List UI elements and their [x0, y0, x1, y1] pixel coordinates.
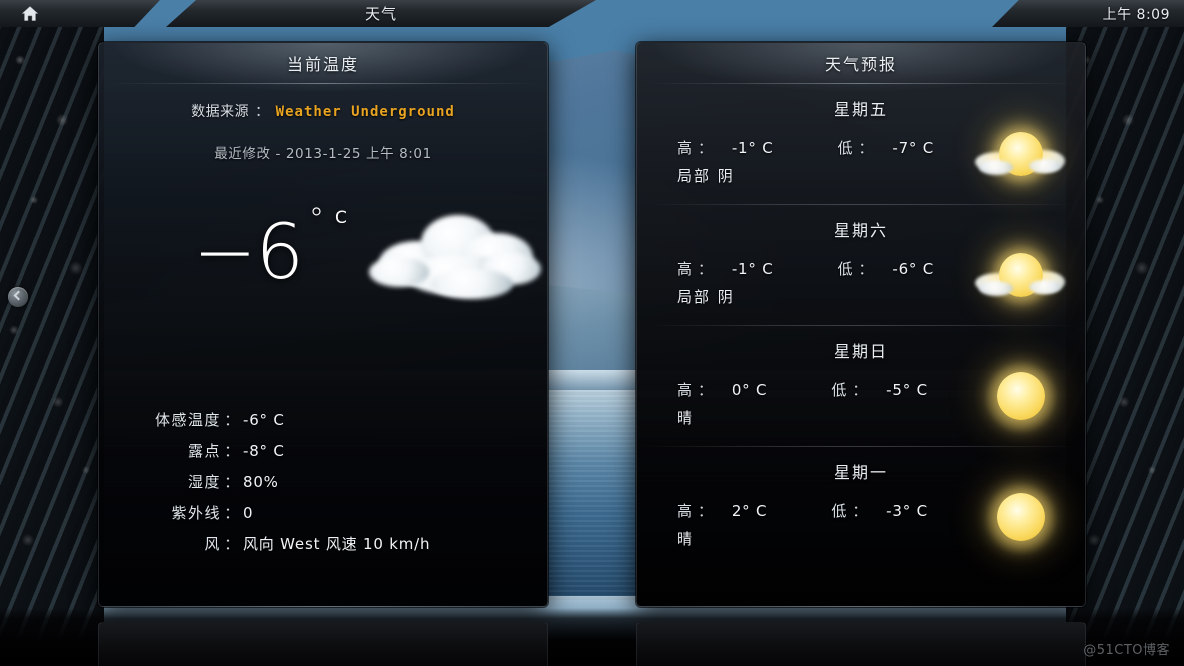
- detail-colon: ：: [224, 473, 240, 491]
- last-updated-label: 最近修改 - 2013-1-25 上午 8:01: [214, 146, 432, 162]
- forecast-row[interactable]: 星期一 高 ： 2° C 低 ： -3° C 晴: [637, 447, 1085, 567]
- forecast-low-value: -3° C: [886, 502, 928, 520]
- sun-behind-cloud-icon: [975, 243, 1065, 313]
- data-source-row: 数据来源 ： Weather Underground: [99, 101, 547, 121]
- detail-label: 体感温度: [154, 411, 221, 429]
- forecast-panel-title: 天气预报: [824, 55, 897, 74]
- bottom-dock-bar: [0, 608, 1184, 666]
- watermark-label: @51CTO博客: [1083, 643, 1170, 658]
- detail-label: 风: [204, 535, 221, 553]
- data-source-value[interactable]: Weather Underground: [276, 104, 455, 120]
- sun-icon: [975, 483, 1061, 555]
- detail-label: 露点: [187, 442, 221, 460]
- detail-colon: ：: [224, 535, 240, 553]
- current-panel-divider: [111, 83, 535, 84]
- forecast-day-label: 星期日: [833, 342, 888, 361]
- forecast-low-label: 低: [831, 381, 849, 399]
- detail-row: 体感温度 ： -6° C: [99, 409, 547, 430]
- forecast-row[interactable]: 星期日 高 ： 0° C 低 ： -5° C 晴: [637, 326, 1085, 446]
- forecast-high-colon: ：: [698, 381, 714, 399]
- detail-colon: ：: [224, 504, 240, 522]
- top-status-bar: 天气 上午 8:09: [0, 0, 1184, 27]
- sun-icon: [975, 362, 1061, 434]
- forecast-high-label: 高: [677, 139, 695, 157]
- detail-row: 露点 ： -8° C: [99, 440, 547, 461]
- current-panel-title: 当前温度: [286, 55, 359, 74]
- detail-row: 紫外线 ： 0: [99, 502, 547, 523]
- forecast-high-colon: ：: [698, 502, 714, 520]
- app-title-label: 天气: [364, 5, 397, 23]
- forecast-high-label: 高: [677, 502, 695, 520]
- forecast-low-label: 低: [831, 502, 849, 520]
- weather-app-screen: 天气 上午 8:09 当前温度 数据来源 ： Weather Undergrou…: [0, 0, 1184, 666]
- detail-value: 0: [243, 504, 254, 522]
- detail-row: 湿度 ： 80%: [99, 471, 547, 492]
- degree-symbol: °: [309, 202, 325, 237]
- detail-value: 风向 West 风速 10 km/h: [243, 535, 431, 553]
- clock-label: 上午 8:09: [1102, 6, 1170, 23]
- sun-behind-cloud-icon: [975, 122, 1065, 192]
- detail-label: 湿度: [187, 473, 221, 491]
- data-source-label: 数据来源: [191, 104, 250, 120]
- forecast-row[interactable]: 星期六 高 ： -1° C 低 ： -6° C 局部 阴: [637, 205, 1085, 325]
- forecast-low-value: -6° C: [892, 260, 935, 278]
- forecast-row[interactable]: 星期五 高 ： -1° C 低 ： -7° C 局部 阴: [637, 84, 1085, 204]
- forecast-low-colon: ：: [852, 381, 869, 399]
- forecast-low-colon: ：: [858, 139, 875, 157]
- forecast-low-value: -7° C: [892, 139, 935, 157]
- forecast-high-colon: ：: [698, 139, 714, 157]
- detail-value: -6° C: [243, 411, 285, 429]
- current-conditions-hero: −6 ° C: [99, 192, 547, 312]
- wallpaper-trees-left: [0, 0, 104, 666]
- detail-row: 风 ： 风向 West 风速 10 km/h: [99, 533, 547, 554]
- forecast-low-label: 低: [837, 260, 855, 278]
- dock-tile-right[interactable]: [636, 622, 1086, 666]
- forecast-high-colon: ：: [698, 260, 714, 278]
- detail-value: -8° C: [243, 442, 285, 460]
- forecast-day-label: 星期一: [833, 463, 888, 482]
- forecast-low-value: -5° C: [886, 381, 928, 399]
- current-temperature-value: −6: [193, 206, 304, 296]
- detail-label: 紫外线: [171, 504, 221, 522]
- temperature-unit: C: [335, 208, 347, 228]
- panel-collapse-handle-icon[interactable]: [8, 287, 28, 307]
- forecast-low-label: 低: [837, 139, 855, 157]
- forecast-day-label: 星期六: [833, 221, 888, 240]
- forecast-high-value: -1° C: [731, 139, 774, 157]
- current-details-list: 体感温度 ： -6° C 露点 ： -8° C 湿度 ： 80% 紫外线 ： 0…: [99, 409, 547, 554]
- forecast-high-label: 高: [677, 381, 695, 399]
- detail-colon: ：: [224, 442, 240, 460]
- forecast-high-value: 0° C: [731, 381, 768, 399]
- forecast-high-value: -1° C: [731, 260, 774, 278]
- forecast-high-value: 2° C: [731, 502, 768, 520]
- forecast-low-colon: ：: [852, 502, 869, 520]
- current-temperature-panel: 当前温度 数据来源 ： Weather Underground 最近修改 - 2…: [98, 42, 548, 607]
- forecast-low-colon: ：: [858, 260, 875, 278]
- dock-tile-left[interactable]: [98, 622, 548, 666]
- detail-colon: ：: [224, 411, 240, 429]
- detail-value: 80%: [243, 473, 279, 491]
- weather-forecast-panel: 天气预报 星期五 高 ： -1° C 低 ： -7° C 局部 阴 星期六 高 …: [636, 42, 1086, 607]
- cloud-icon: [368, 197, 544, 307]
- home-button[interactable]: [0, 0, 160, 27]
- home-icon: [21, 6, 39, 21]
- data-source-colon: ：: [255, 104, 270, 120]
- forecast-high-label: 高: [677, 260, 695, 278]
- forecast-day-label: 星期五: [833, 100, 888, 119]
